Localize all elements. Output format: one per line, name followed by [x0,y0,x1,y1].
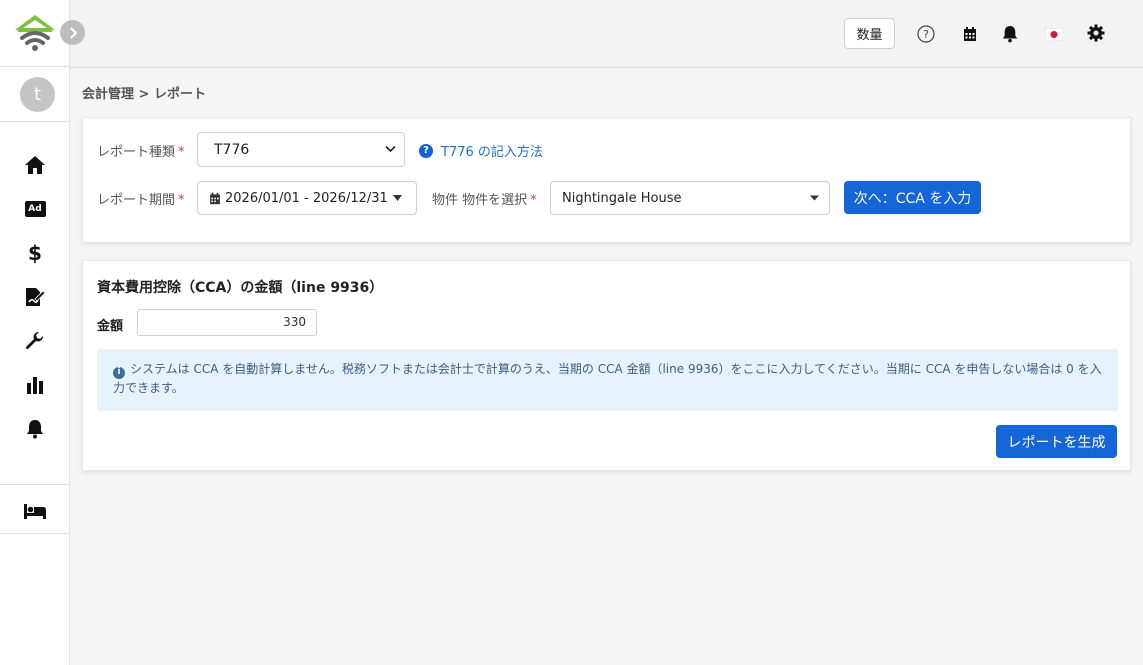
sidebar-divider [0,121,70,122]
chevron-right-icon [69,26,77,39]
help-icon[interactable]: ? [916,24,936,44]
period-label-text: レポート期間 [97,193,176,208]
howto-link[interactable]: ? T776 の記入方法 [419,141,543,160]
amount-input[interactable]: 330 [137,309,317,336]
report-form-card: レポート種類 * T776 ? T776 の記入方法 レポート期間 * 2026/0… [82,117,1131,243]
sidebar-divider [0,484,70,485]
required-mark: * [178,193,185,208]
sidebar-divider [0,533,70,534]
avatar[interactable]: t [20,77,55,112]
signature-icon[interactable] [23,285,47,309]
caret-down-icon [810,193,819,204]
info-alert: i システムは CCA を自動計算しません。税務ソフトまたは会計士で計算のうえ、当… [97,349,1118,411]
sidebar-toggle-button[interactable] [60,20,85,45]
info-icon: i [113,366,125,379]
required-mark: * [530,193,537,208]
generate-report-button[interactable]: レポートを生成 [996,425,1117,458]
gear-icon[interactable] [1086,23,1106,43]
period-value: 2026/01/01 - 2026/12/31 [225,190,388,206]
caret-down-icon [392,195,402,201]
home-icon[interactable] [23,153,47,177]
period-label: レポート期間 * [97,189,185,208]
period-picker[interactable]: 2026/01/01 - 2026/12/31 [197,181,417,215]
question-icon: ? [419,143,433,158]
property-label: 物件 物件を選択 * [432,189,537,208]
property-label-text: 物件 物件を選択 [432,193,528,208]
report-type-label: レポート種類 * [97,141,185,160]
cca-section-title: 資本費用控除（CCA）の金額（line 9936） [97,280,384,296]
dollar-icon[interactable]: $ [23,241,47,265]
report-type-select[interactable]: T776 [197,132,405,167]
quantity-button[interactable]: 数量 [844,18,895,49]
property-select[interactable]: Nightingale House [550,181,830,215]
report-type-value: T776 [214,141,250,158]
ad-icon-text: Ad [24,201,46,217]
howto-link-text: T776 の記入方法 [441,145,543,160]
next-cca-button[interactable]: 次へ：CCA を入力 [844,181,981,214]
amount-label: 金額 [97,319,124,334]
ad-icon[interactable]: Ad [23,197,47,221]
property-value: Nightingale House [562,190,682,206]
sidebar-divider [0,66,70,67]
chevron-down-icon [385,144,396,155]
calendar-icon [210,192,220,204]
logo[interactable] [14,14,56,52]
bell-icon[interactable] [1000,24,1020,44]
breadcrumb: 会計管理 > レポート [82,87,206,102]
wrench-icon[interactable] [23,329,47,353]
required-mark: * [178,145,185,160]
cca-card: 資本費用控除（CCA）の金額（line 9936） 金額 330 i システムは … [82,260,1131,471]
avatar-letter: t [33,84,42,105]
report-type-label-text: レポート種類 [97,145,176,160]
svg-text:?: ? [923,28,929,41]
calendar-icon[interactable] [960,24,980,44]
bed-icon[interactable] [23,499,47,523]
bell-icon[interactable] [23,417,47,441]
dollar-icon-text: $ [28,241,42,265]
sidebar: t Ad $ [0,0,70,665]
topbar: 数量 ? [70,0,1143,68]
info-text: システムは CCA を自動計算しません。税務ソフトまたは会計士で計算のうえ、当期… [113,362,1102,395]
bar-chart-icon[interactable] [23,373,47,397]
japan-flag-icon[interactable] [1044,24,1064,44]
